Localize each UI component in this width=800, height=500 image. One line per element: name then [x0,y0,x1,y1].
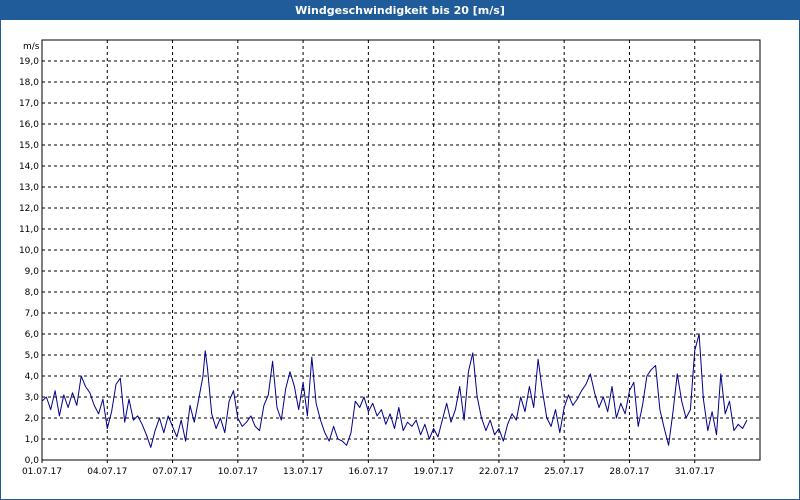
y-tick-label: 4,0 [25,372,40,382]
y-tick-label: 18,0 [19,78,39,88]
x-axis-ticks: 01.07.17 04.07.17 07.07.17 10.07.17 13.07.17… [22,460,715,477]
y-tick-label: 15,0 [19,141,39,151]
y-tick-label: 16,0 [19,120,39,130]
y-tick-label: 0,0 [25,456,40,466]
x-tick-label: 31.07.17 [675,467,715,477]
plot-area-border [41,39,761,461]
x-tick-label: 10.07.17 [218,467,258,477]
y-tick-label: 13,0 [19,183,39,193]
y-tick-label: 2,0 [25,414,40,424]
x-tick-label: 16.07.17 [348,467,388,477]
y-tick-label: 10,0 [19,246,39,256]
y-axis-label: m/s [23,42,40,52]
y-tick-label: 6,0 [25,330,40,340]
y-tick-label: 8,0 [25,288,40,298]
x-tick-label: 04.07.17 [87,467,127,477]
grid-lines [42,40,760,460]
y-tick-label: 17,0 [19,99,39,109]
x-tick-label: 22.07.17 [479,467,519,477]
y-tick-label: 14,0 [19,162,39,172]
y-tick-label: 3,0 [25,393,40,403]
x-tick-label: 25.07.17 [544,467,584,477]
x-tick-label: 19.07.17 [414,467,454,477]
wind-speed-chart: 0,0 1,0 2,0 3,0 4,0 5,0 6,0 7,0 8,0 9,0 10,0 11,0 12… [19,39,761,477]
y-tick-label: 9,0 [25,267,40,277]
series-group [41,333,748,448]
y-tick-label: 11,0 [19,225,39,235]
wind-speed-line [41,333,748,448]
x-tick-label: 13.07.17 [283,467,323,477]
x-tick-label: 01.07.17 [22,467,62,477]
y-tick-label: 12,0 [19,204,39,214]
x-tick-label: 07.07.17 [153,467,193,477]
y-tick-label: 7,0 [25,309,40,319]
y-tick-label: 5,0 [25,351,40,361]
y-axis-ticks: 0,0 1,0 2,0 3,0 4,0 5,0 6,0 7,0 8,0 9,0 10,0 11,0 12… [19,57,39,466]
y-tick-label: 19,0 [19,57,39,67]
x-tick-label: 28.07.17 [609,467,649,477]
y-tick-label: 1,0 [25,435,40,445]
